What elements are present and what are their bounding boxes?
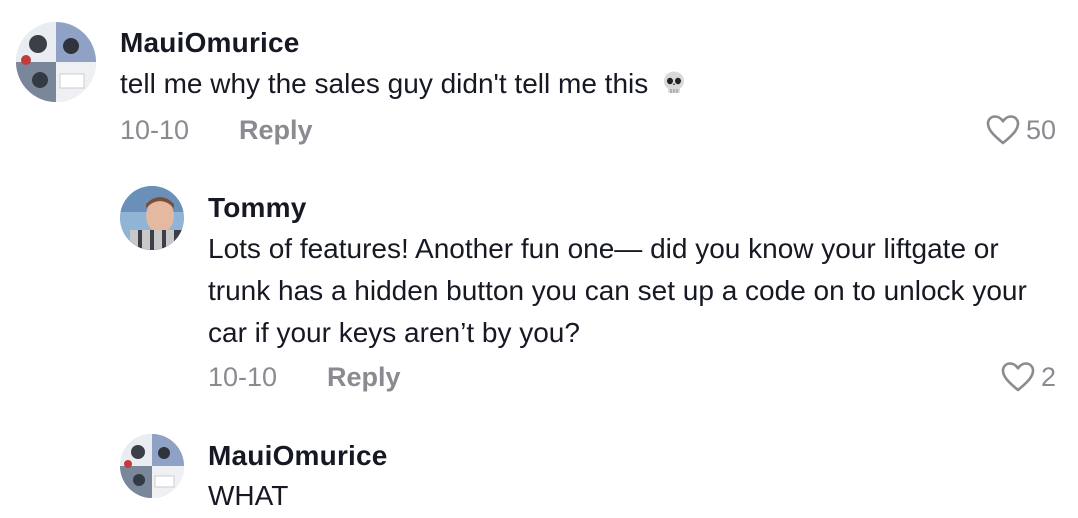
like-button[interactable]: 50	[986, 114, 1056, 146]
like-count: 50	[1025, 114, 1056, 145]
comment-text: tell me why the sales guy didn't tell me…	[120, 63, 1020, 105]
comment-maui-reply: MauiOmurice WHAT	[0, 420, 1078, 518]
comment-maui-1: MauiOmurice tell me why the sales guy di…	[0, 0, 1078, 160]
comment-text: Lots of features! Another fun one— did y…	[208, 233, 1027, 348]
comment-username[interactable]: MauiOmurice	[120, 27, 300, 59]
avatar-image	[120, 434, 184, 498]
comment-username[interactable]: MauiOmurice	[208, 440, 388, 472]
avatar[interactable]	[16, 22, 96, 102]
comment-text-body: tell me why the sales guy didn't tell me…	[120, 68, 649, 99]
avatar-image	[120, 186, 184, 250]
avatar[interactable]	[120, 186, 184, 250]
heart-outline-icon	[1001, 362, 1035, 392]
skull-emoji-icon	[664, 71, 685, 93]
comment-date: 10-10	[120, 115, 190, 145]
comment-username[interactable]: Tommy	[208, 192, 307, 224]
like-button[interactable]: 2	[1001, 361, 1056, 393]
avatar[interactable]	[120, 434, 184, 498]
avatar-image	[16, 22, 96, 102]
comment-text: WHAT	[208, 480, 289, 511]
comment-date: 10-10	[208, 362, 278, 392]
heart-outline-icon	[986, 115, 1020, 145]
comment-tommy-reply: Tommy Lots of features! Another fun one—…	[0, 170, 1078, 410]
reply-button[interactable]: Reply	[239, 115, 313, 146]
like-count: 2	[1040, 361, 1056, 392]
reply-button[interactable]: Reply	[327, 362, 401, 393]
